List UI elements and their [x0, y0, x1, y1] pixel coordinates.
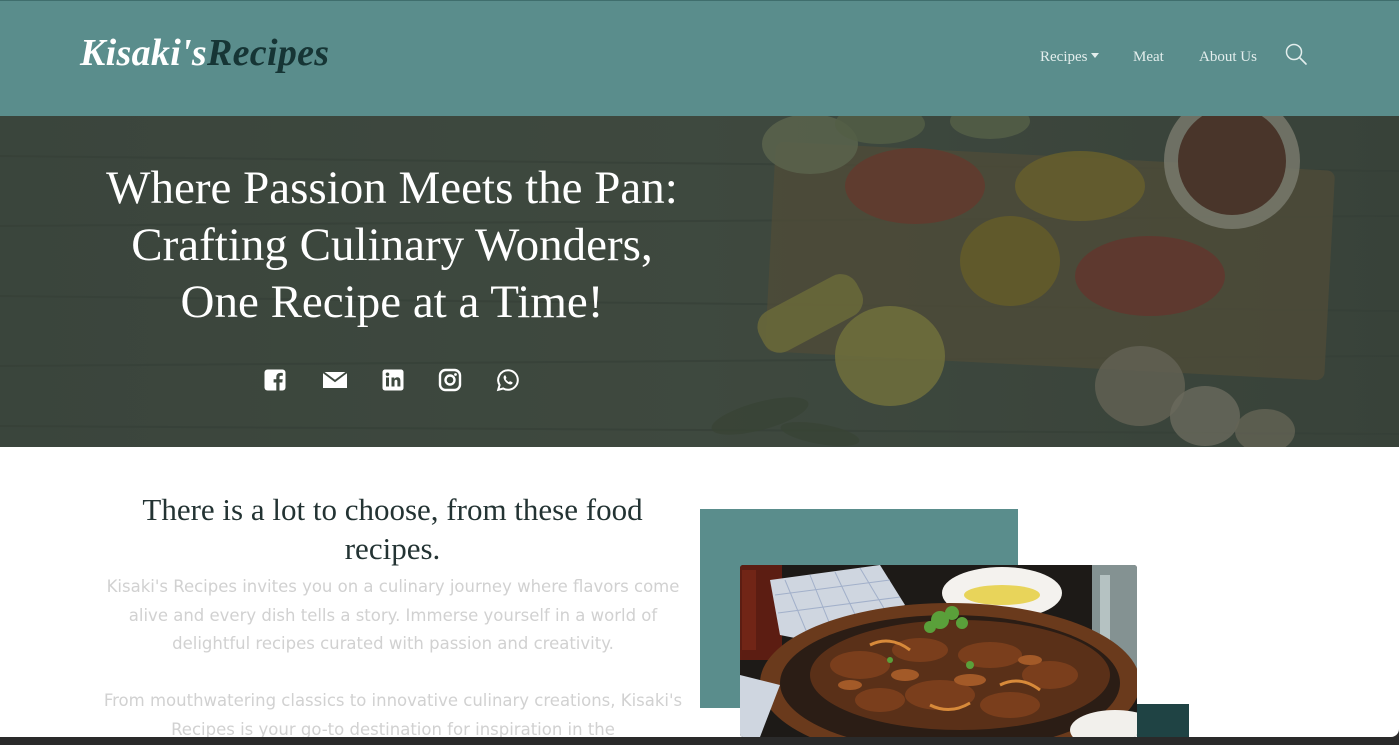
intro-paragraph: Kisaki's Recipes invites you on a culina… [106, 577, 680, 653]
hero-title-line: Crafting Culinary Wonders, [131, 219, 653, 271]
envelope-icon[interactable] [321, 368, 348, 392]
page: Kisaki'sRecipes Recipes Meat About Us Wh… [0, 0, 1399, 737]
search-icon[interactable] [1284, 42, 1308, 66]
hero-title: Where Passion Meets the Pan: Crafting Cu… [92, 160, 692, 331]
facebook-icon[interactable] [263, 368, 289, 392]
linkedin-icon[interactable] [381, 368, 407, 392]
brand-part-1: Kisaki's [80, 32, 207, 74]
decorative-dark-block [1137, 704, 1189, 737]
hero-section: Where Passion Meets the Pan: Crafting Cu… [0, 116, 1399, 447]
caret-down-icon [1091, 53, 1100, 58]
instagram-icon[interactable] [438, 368, 464, 392]
section-heading: There is a lot to choose, from these foo… [142, 492, 643, 566]
food-photo [740, 565, 1137, 737]
bottom-window-edge [0, 737, 1399, 745]
nav-about-link[interactable]: About Us [1199, 49, 1257, 66]
nav-recipes-dropdown[interactable]: Recipes [1040, 49, 1100, 66]
intro-paragraph-2: From mouthwatering classics to innovativ… [103, 691, 683, 737]
whatsapp-icon[interactable] [496, 368, 522, 392]
brand-part-2: Recipes [207, 32, 330, 74]
navbar: Kisaki'sRecipes Recipes Meat About Us [0, 0, 1399, 116]
hero-title-line: Where Passion Meets the Pan: [106, 162, 678, 214]
brand-logo[interactable]: Kisaki'sRecipes [80, 31, 329, 75]
nav-recipes-label: Recipes [1040, 49, 1088, 65]
hero-title-line: One Recipe at a Time! [180, 276, 604, 328]
nav-meat-link[interactable]: Meat [1133, 49, 1164, 66]
